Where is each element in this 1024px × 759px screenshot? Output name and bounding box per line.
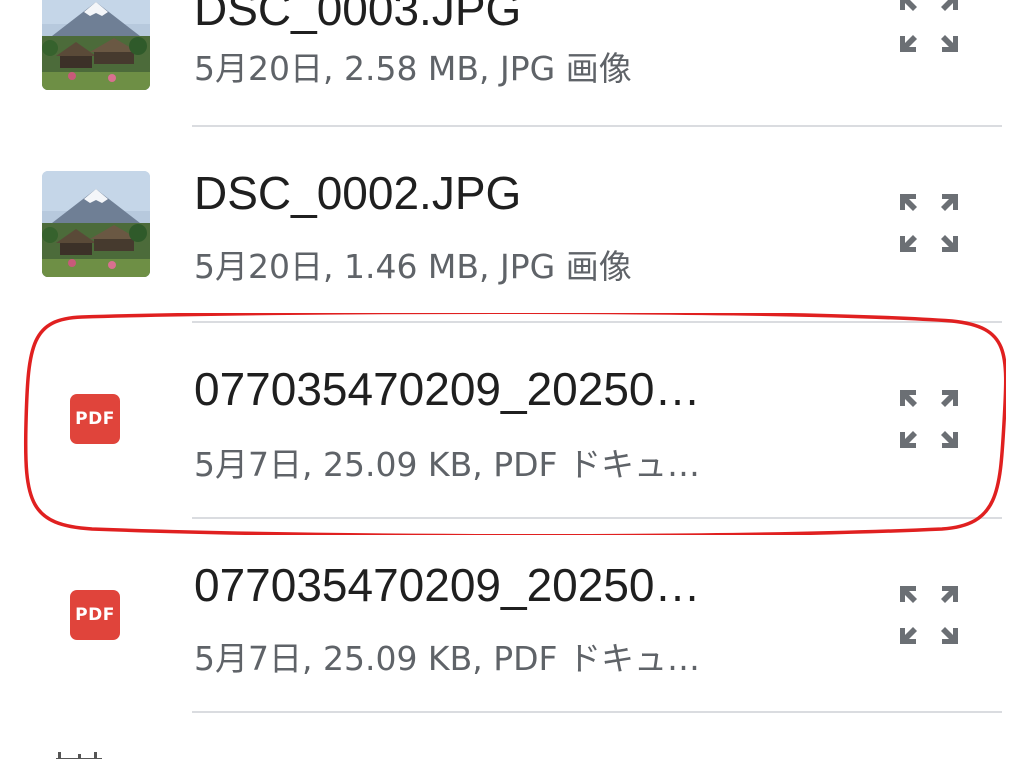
pdf-file-icon: PDF <box>70 394 120 444</box>
file-name: DSC_0003.JPG <box>194 0 522 35</box>
partial-next-item <box>48 740 348 759</box>
file-name: DSC_0002.JPG <box>194 167 522 219</box>
pdf-file-icon: PDF <box>70 590 120 640</box>
image-thumbnail <box>42 171 150 277</box>
list-item[interactable]: PDF 077035470209_20250… 5月7日, 25.09 KB, … <box>0 322 1024 518</box>
file-list-screen: DSC_0003.JPG 5月20日, 2.58 MB, JPG 画像 DSC_… <box>0 0 1024 759</box>
list-item[interactable]: DSC_0003.JPG 5月20日, 2.58 MB, JPG 画像 <box>0 0 1024 126</box>
file-meta: 5月20日, 1.46 MB, JPG 画像 <box>194 247 632 286</box>
image-thumbnail <box>42 0 150 90</box>
expand-arrows-icon[interactable] <box>894 580 964 650</box>
file-meta: 5月7日, 25.09 KB, PDF ドキュ… <box>194 639 700 678</box>
file-name: 077035470209_20250… <box>194 559 701 611</box>
file-meta: 5月20日, 2.58 MB, JPG 画像 <box>194 49 632 88</box>
file-name: 077035470209_20250… <box>194 363 701 415</box>
expand-arrows-icon[interactable] <box>894 384 964 454</box>
list-divider <box>192 711 1002 713</box>
file-meta: 5月7日, 25.09 KB, PDF ドキュ… <box>194 445 700 484</box>
list-item[interactable]: DSC_0002.JPG 5月20日, 1.46 MB, JPG 画像 <box>0 126 1024 322</box>
expand-arrows-icon[interactable] <box>894 188 964 258</box>
list-item[interactable]: PDF 077035470209_20250… 5月7日, 25.09 KB, … <box>0 518 1024 714</box>
expand-arrows-icon[interactable] <box>894 0 964 58</box>
